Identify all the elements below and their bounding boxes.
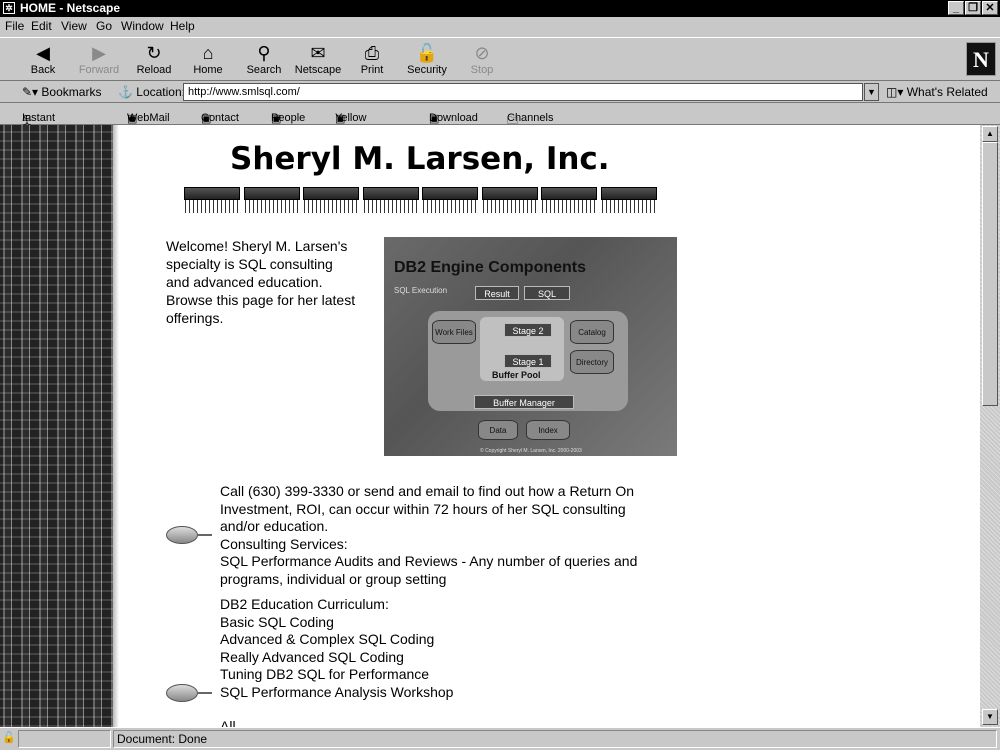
close-button[interactable]: ✕	[982, 1, 998, 15]
reload-icon: ↻	[146, 43, 162, 63]
circuit-board-background	[0, 125, 113, 727]
result-box: Result	[475, 286, 519, 300]
arrow-down-icon: ▼	[986, 712, 994, 721]
minimize-button[interactable]: _	[948, 1, 964, 15]
sql-box: SQL	[524, 286, 570, 300]
progress-panel	[18, 730, 111, 748]
chip-graphic	[601, 187, 657, 215]
page-heading: Sheryl M. Larsen, Inc.	[230, 141, 610, 177]
home-button[interactable]: ⌂ Home	[179, 40, 237, 80]
netscape-app-icon: ✲	[3, 2, 15, 14]
url-input[interactable]: http://www.smlsql.com/	[183, 83, 863, 101]
mouse-bullet-icon	[166, 525, 212, 545]
search-icon: ⚲	[257, 43, 271, 63]
chip-graphic	[303, 187, 359, 215]
chip-graphic	[541, 187, 597, 215]
restore-button[interactable]: ❐	[965, 1, 981, 15]
chip-graphic	[363, 187, 419, 215]
buffer-manager-box: Buffer Manager	[474, 395, 574, 409]
curriculum-paragraph: DB2 Education Curriculum: Basic SQL Codi…	[220, 596, 454, 700]
menu-file[interactable]: File	[5, 19, 24, 33]
home-icon: ⌂	[202, 43, 214, 63]
chip-banner	[184, 187, 658, 215]
data-cylinder: Data	[478, 420, 518, 440]
page-content: Sheryl M. Larsen, Inc. Welcome! Sheryl M…	[0, 125, 980, 727]
diagram-copyright: © Copyright Sheryl M. Larsen, Inc. 2000-…	[480, 448, 582, 454]
forward-icon: ▶	[92, 43, 106, 63]
menu-help[interactable]: Help	[170, 19, 195, 33]
chip-graphic	[482, 187, 538, 215]
security-button[interactable]: 🔓 Security	[398, 40, 456, 80]
menu-bar: File Edit View Go Window Help	[0, 17, 1000, 36]
stop-icon: ⊘	[474, 43, 490, 63]
stage1-box: Stage 1	[504, 354, 552, 368]
chevron-down-icon: ▼	[867, 87, 876, 97]
chip-graphic	[422, 187, 478, 215]
netscape-icon: ✉	[310, 43, 326, 63]
security-status-icon[interactable]: 🔓	[2, 731, 16, 747]
buffer-pool-label: Buffer Pool	[492, 370, 541, 380]
reload-button[interactable]: ↻ Reload	[125, 40, 183, 80]
print-button[interactable]: ⎙ Print	[343, 40, 401, 80]
chip-graphic	[244, 187, 300, 215]
search-button[interactable]: ⚲ Search	[235, 40, 293, 80]
location-icon: ⚓	[118, 85, 137, 99]
status-text: Document: Done	[113, 730, 997, 748]
menu-edit[interactable]: Edit	[31, 19, 52, 33]
window-title: HOME - Netscape	[20, 1, 121, 15]
back-icon: ◀	[36, 43, 50, 63]
back-button[interactable]: ◀ Back	[14, 40, 72, 80]
db2-diagram-subtitle: SQL Execution	[394, 286, 448, 295]
whats-related-button[interactable]: ◫▾ What's Related	[886, 85, 988, 99]
chip-graphic	[184, 187, 240, 215]
contact-paragraph: Call (630) 399-3330 or send and email to…	[220, 483, 638, 587]
vertical-scrollbar[interactable]: ▲ ▼	[980, 125, 1000, 727]
bookmarks-icon: ✎▾	[22, 85, 42, 99]
index-cylinder: Index	[526, 420, 570, 440]
mouse-bullet-icon	[166, 683, 212, 703]
scroll-up-button[interactable]: ▲	[982, 126, 998, 142]
status-bar: 🔓 Document: Done	[0, 727, 1000, 750]
bookmarks-button[interactable]: ✎▾ Bookmarks	[22, 85, 101, 99]
whats-related-icon: ◫▾	[886, 85, 907, 99]
scroll-down-button[interactable]: ▼	[982, 709, 998, 725]
scroll-thumb[interactable]	[982, 142, 998, 406]
navigation-toolbar: ◀ Back ▶ Forward ↻ Reload ⌂ Home ⚲ Search ✉ Ne…	[0, 37, 1000, 81]
netscape-logo[interactable]: N	[966, 42, 996, 76]
lock-icon: 🔓	[415, 43, 439, 63]
printer-icon: ⎙	[364, 43, 380, 63]
menu-view[interactable]: View	[61, 19, 87, 33]
cut-off-paragraph: All ...	[220, 718, 252, 727]
sidebar-edge	[113, 125, 119, 727]
stage2-box: Stage 2	[504, 323, 552, 337]
db2-diagram-title: DB2 Engine Components	[394, 259, 587, 276]
stop-button[interactable]: ⊘ Stop	[453, 40, 511, 80]
welcome-text: Welcome! Sheryl M. Larsen's specialty is…	[166, 238, 356, 326]
arrow-up-icon: ▲	[986, 129, 994, 138]
url-dropdown-button[interactable]: ▼	[864, 83, 879, 101]
workfiles-cylinder: Work Files	[432, 320, 476, 344]
menu-window[interactable]: Window	[121, 19, 164, 33]
forward-button[interactable]: ▶ Forward	[70, 40, 128, 80]
menu-go[interactable]: Go	[96, 19, 112, 33]
personal-toolbar: 웃 Instant Message ▣ WebMail ▣ Contact ▣ …	[0, 104, 1000, 136]
title-bar: ✲ HOME - Netscape _ ❐ ✕	[0, 0, 1000, 17]
location-toolbar: ✎▾ Bookmarks ⚓ Location: http://www.smls…	[0, 82, 1000, 103]
location-label: ⚓ Location:	[118, 85, 185, 99]
netscape-button[interactable]: ✉ Netscape	[289, 40, 347, 80]
directory-cylinder: Directory	[570, 350, 614, 374]
catalog-cylinder: Catalog	[570, 320, 614, 344]
db2-diagram-image: DB2 Engine Components SQL Execution Resu…	[384, 237, 677, 456]
